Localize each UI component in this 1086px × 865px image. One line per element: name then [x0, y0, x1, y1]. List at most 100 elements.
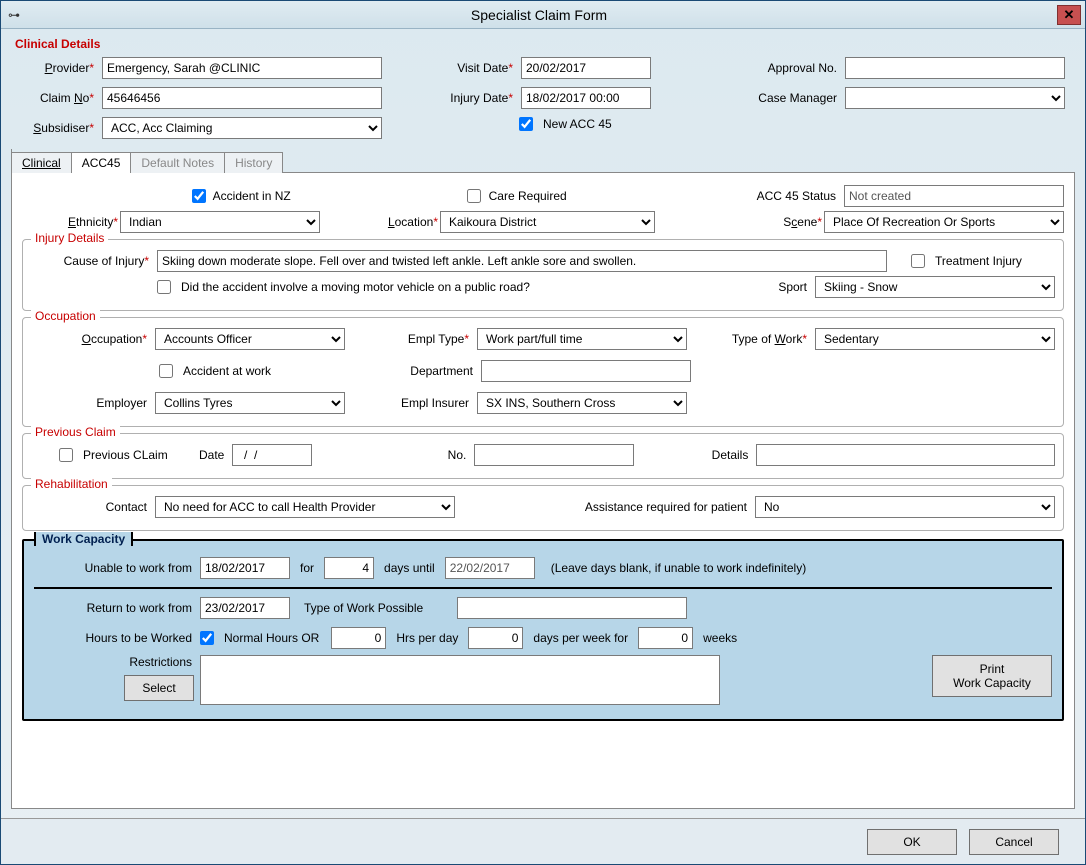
normal-hours-label: Normal Hours OR — [224, 631, 325, 645]
work-capacity-divider — [34, 587, 1052, 589]
cause-of-injury-label: Cause of Injury — [31, 254, 151, 268]
previous-date-input[interactable] — [232, 444, 312, 466]
moving-vehicle-label: Did the accident involve a moving motor … — [181, 280, 743, 294]
select-restrictions-button[interactable]: Select — [124, 675, 194, 701]
visit-date-label: Visit Date — [415, 61, 515, 75]
location-label: Location — [340, 215, 440, 229]
dialog-footer: OK Cancel — [1, 818, 1085, 864]
approval-no-label: Approval No. — [739, 61, 839, 75]
provider-input[interactable] — [102, 57, 382, 79]
days-per-week-input[interactable] — [468, 627, 523, 649]
unable-from-label: Unable to work from — [34, 561, 194, 575]
occupation-group: Occupation Occupation Accounts Officer E… — [22, 317, 1064, 427]
restrictions-label: Restrictions — [34, 655, 194, 669]
approval-no-input[interactable] — [845, 57, 1065, 79]
rehabilitation-legend: Rehabilitation — [31, 477, 112, 491]
cancel-button[interactable]: Cancel — [969, 829, 1059, 855]
accident-in-nz-checkbox[interactable] — [192, 189, 206, 203]
for-label: for — [296, 561, 318, 575]
contact-label: Contact — [31, 500, 149, 514]
employer-label: Employer — [31, 396, 149, 410]
previous-claim-checkbox[interactable] — [59, 448, 73, 462]
unable-days-input[interactable] — [324, 557, 374, 579]
accident-at-work-checkbox[interactable] — [159, 364, 173, 378]
empl-insurer-label: Empl Insurer — [351, 396, 471, 410]
care-required-checkbox[interactable] — [467, 189, 481, 203]
unable-from-input[interactable] — [200, 557, 290, 579]
close-button[interactable]: ✕ — [1057, 5, 1081, 25]
close-icon: ✕ — [1064, 7, 1075, 23]
restrictions-textarea[interactable] — [200, 655, 720, 705]
days-until-label: days until — [380, 561, 439, 575]
injury-date-input[interactable] — [521, 87, 651, 109]
return-from-label: Return to work from — [34, 601, 194, 615]
previous-no-label: No. — [318, 448, 468, 462]
print-work-capacity-button[interactable]: Print Work Capacity — [932, 655, 1052, 697]
claim-no-label: Claim No — [11, 91, 96, 105]
form-body: Clinical Details Provider Claim No Subsi… — [1, 29, 1085, 815]
empl-insurer-select[interactable]: SX INS, Southern Cross — [477, 392, 687, 414]
empl-type-label: Empl Type — [351, 332, 471, 346]
hrs-per-day-input[interactable] — [331, 627, 386, 649]
visit-date-input[interactable] — [521, 57, 651, 79]
accident-at-work-label: Accident at work — [183, 364, 349, 378]
clinical-details-section: Clinical Details Provider Claim No Subsi… — [11, 37, 1075, 143]
previous-date-label: Date — [199, 448, 226, 462]
moving-vehicle-checkbox[interactable] — [157, 280, 171, 294]
occupation-select[interactable]: Accounts Officer — [155, 328, 345, 350]
sport-select[interactable]: Skiing - Snow — [815, 276, 1055, 298]
subsidiser-select[interactable]: ACC, Acc Claiming — [102, 117, 382, 139]
injury-date-label: Injury Date — [415, 91, 515, 105]
type-possible-select[interactable]: Medium — [457, 597, 687, 619]
case-manager-label: Case Manager — [739, 91, 839, 105]
tab-clinical[interactable]: Clinical — [12, 152, 72, 173]
new-acc45-checkbox[interactable] — [519, 117, 533, 131]
tab-bar: Clinical ACC45 Default Notes History — [11, 149, 1075, 173]
previous-claim-label: Previous CLaim — [83, 448, 193, 462]
new-acc45-label: New ACC 45 — [543, 117, 612, 131]
weeks-label: weeks — [699, 631, 737, 645]
case-manager-select[interactable] — [845, 87, 1065, 109]
employer-select[interactable]: Collins Tyres — [155, 392, 345, 414]
work-capacity-legend: Work Capacity — [34, 532, 133, 546]
occupation-legend: Occupation — [31, 309, 100, 323]
cause-of-injury-input[interactable] — [157, 250, 887, 272]
days-per-week-label: days per week for — [529, 631, 632, 645]
previous-claim-legend: Previous Claim — [31, 425, 120, 439]
empl-type-select[interactable]: Work part/full time — [477, 328, 687, 350]
tab-history[interactable]: History — [225, 152, 283, 173]
assist-select[interactable]: No — [755, 496, 1055, 518]
previous-no-input[interactable] — [474, 444, 634, 466]
type-of-work-select[interactable]: Sedentary — [815, 328, 1055, 350]
weeks-input[interactable] — [638, 627, 693, 649]
location-select[interactable]: Kaikoura District — [440, 211, 655, 233]
department-input[interactable] — [481, 360, 691, 382]
normal-hours-checkbox[interactable] — [200, 631, 214, 645]
specialist-claim-form-window: ⊶ Specialist Claim Form ✕ Clinical Detai… — [0, 0, 1086, 865]
key-icon: ⊶ — [1, 8, 21, 22]
previous-details-label: Details — [640, 448, 750, 462]
work-capacity-group: Work Capacity Unable to work from for da… — [22, 539, 1064, 721]
tab-default-notes[interactable]: Default Notes — [131, 152, 225, 173]
care-required-label: Care Required — [489, 189, 567, 203]
scene-select[interactable]: Place Of Recreation Or Sports — [824, 211, 1064, 233]
hours-worked-label: Hours to be Worked — [34, 631, 194, 645]
previous-claim-group: Previous Claim Previous CLaim Date No. D… — [22, 433, 1064, 479]
ethnicity-select[interactable]: Indian — [120, 211, 320, 233]
injury-details-group: Injury Details Cause of Injury Treatment… — [22, 239, 1064, 311]
treatment-injury-label: Treatment Injury — [935, 254, 1055, 268]
sport-label: Sport — [749, 280, 809, 294]
department-label: Department — [355, 364, 475, 378]
return-from-input[interactable] — [200, 597, 290, 619]
tab-acc45[interactable]: ACC45 — [72, 152, 132, 173]
unable-until-field — [445, 557, 535, 579]
ok-button[interactable]: OK — [867, 829, 957, 855]
contact-select[interactable]: No need for ACC to call Health Provider — [155, 496, 455, 518]
window-title: Specialist Claim Form — [21, 7, 1057, 23]
type-possible-label: Type of Work Possible — [296, 601, 451, 615]
rehabilitation-group: Rehabilitation Contact No need for ACC t… — [22, 485, 1064, 531]
previous-details-input[interactable] — [756, 444, 1055, 466]
leave-blank-note: (Leave days blank, if unable to work ind… — [541, 561, 806, 575]
claim-no-input[interactable] — [102, 87, 382, 109]
treatment-injury-checkbox[interactable] — [911, 254, 925, 268]
